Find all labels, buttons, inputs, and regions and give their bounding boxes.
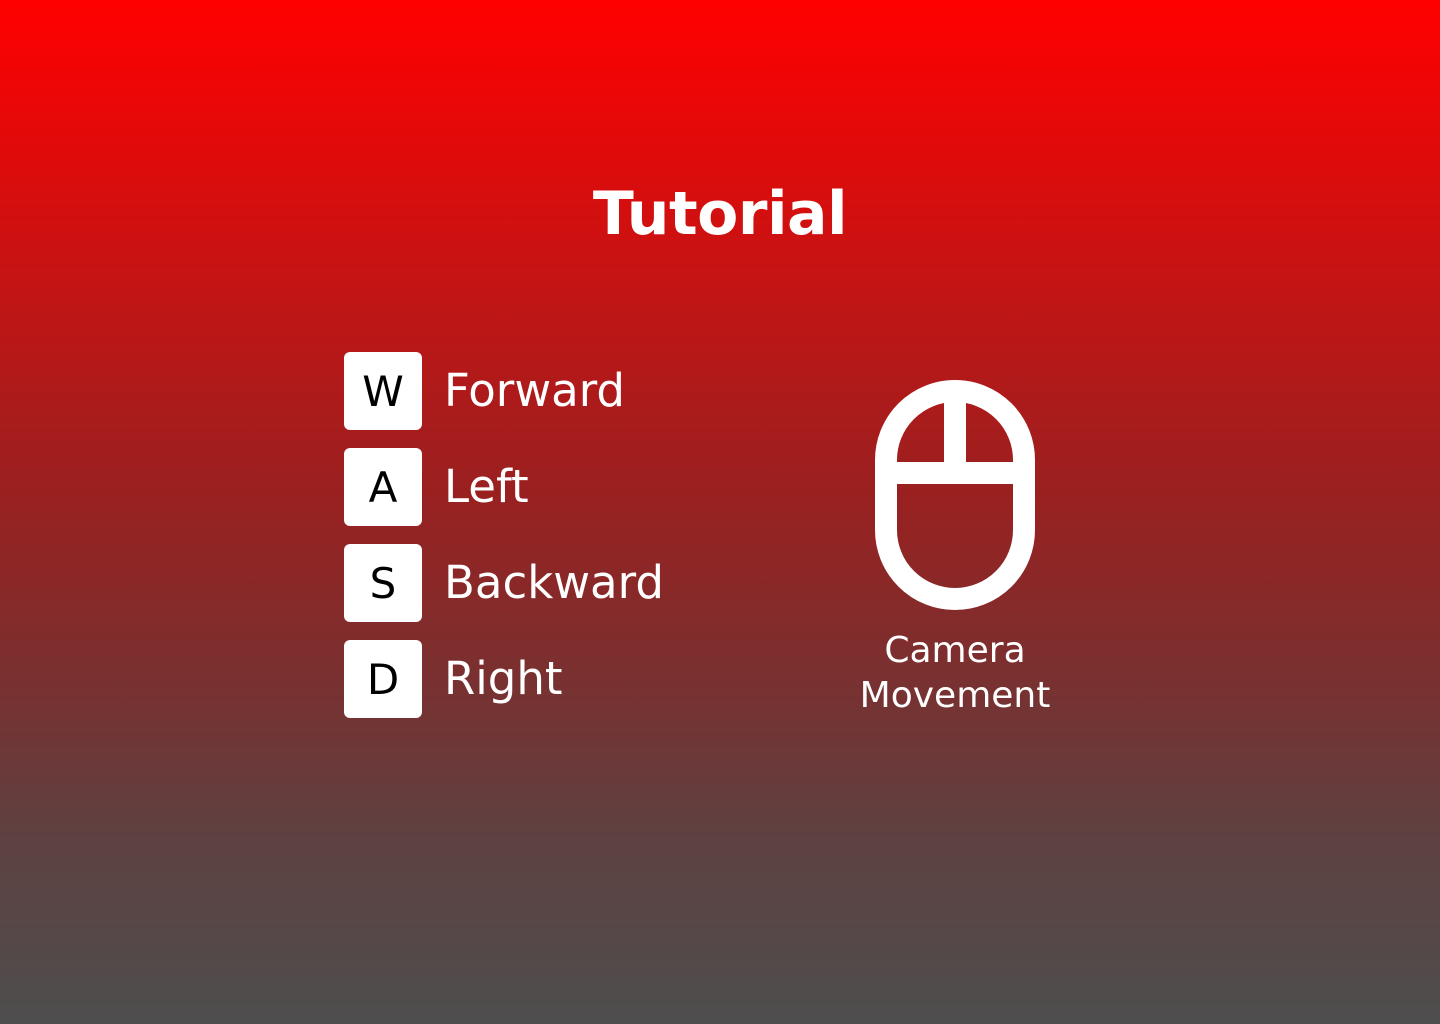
page-title: Tutorial	[592, 179, 848, 249]
action-label-right: Right	[444, 652, 563, 705]
key-d[interactable]: D	[344, 640, 422, 718]
mouse-icon	[875, 380, 1035, 610]
control-row-forward: W Forward	[344, 352, 664, 430]
action-label-forward: Forward	[444, 364, 625, 417]
keyboard-controls: W Forward A Left S Backward D Right	[344, 352, 664, 736]
key-s[interactable]: S	[344, 544, 422, 622]
control-row-right: D Right	[344, 640, 664, 718]
key-w[interactable]: W	[344, 352, 422, 430]
control-row-left: A Left	[344, 448, 664, 526]
mouse-control: Camera Movement	[850, 380, 1060, 718]
mouse-label: Camera Movement	[850, 628, 1060, 718]
mouse-label-line1: Camera	[884, 630, 1026, 671]
mouse-label-line2: Movement	[859, 675, 1051, 716]
action-label-left: Left	[444, 460, 529, 513]
control-row-backward: S Backward	[344, 544, 664, 622]
key-a[interactable]: A	[344, 448, 422, 526]
action-label-backward: Backward	[444, 556, 664, 609]
